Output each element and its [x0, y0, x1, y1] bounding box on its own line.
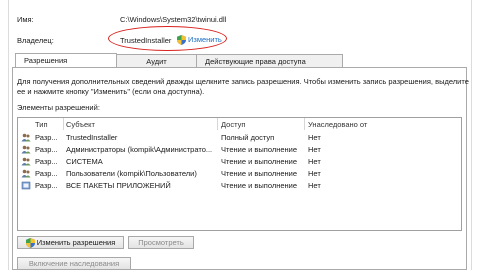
change-permissions-button[interactable]: Изменить разрешения	[17, 236, 124, 249]
window-border-right	[471, 0, 472, 270]
row-access: Полный доступ	[221, 132, 275, 142]
column-separator[interactable]	[304, 118, 305, 130]
row-type: Разр...	[35, 144, 58, 154]
enable-inheritance-label: Включение наследования	[28, 259, 120, 268]
owner-label: Владелец:	[17, 36, 54, 45]
table-row[interactable]: Разр... Администраторы (kompik\Администр…	[18, 143, 461, 155]
row-subject: Пользователи (kompik\Пользователи)	[66, 168, 197, 178]
tab-audit-label: Аудит	[146, 56, 167, 66]
table-row[interactable]: Разр... ВСЕ ПАКЕТЫ ПРИЛОЖЕНИЙ Чтение и в…	[18, 179, 461, 191]
row-subject: ВСЕ ПАКЕТЫ ПРИЛОЖЕНИЙ	[66, 180, 171, 190]
name-label: Имя:	[17, 15, 34, 24]
row-inherited: Нет	[308, 132, 321, 142]
row-inherited: Нет	[308, 144, 321, 154]
info-text-line2: ее и нажмите кнопку "Изменить" (если она…	[17, 87, 205, 96]
tab-effective-access[interactable]: Действующие права доступа	[196, 54, 343, 67]
row-inherited: Нет	[308, 168, 321, 178]
tab-effective-access-label: Действующие права доступа	[205, 56, 306, 66]
row-subject: Администраторы (kompik\Администрато...	[66, 144, 213, 154]
tab-permissions-label: Разрешения	[24, 56, 68, 65]
view-button-label: Просмотреть	[138, 238, 184, 247]
enable-inheritance-button[interactable]: Включение наследования	[17, 257, 131, 270]
users-icon	[21, 145, 31, 154]
entries-label: Элементы разрешений:	[17, 103, 100, 112]
column-separator[interactable]	[217, 118, 218, 130]
permission-entries-table[interactable]: Тип Субъект Доступ Унаследовано от Разр.…	[17, 117, 462, 231]
row-access: Чтение и выполнение	[221, 156, 298, 166]
row-type: Разр...	[35, 168, 58, 178]
advanced-security-dialog: Имя: C:\Windows\System32\twinui.dll Влад…	[0, 0, 480, 270]
row-access: Чтение и выполнение	[221, 144, 298, 154]
row-access: Чтение и выполнение	[221, 168, 298, 178]
column-header-subject[interactable]: Субъект	[66, 118, 95, 130]
users-icon	[21, 169, 31, 178]
tab-strip: Разрешения Аудит Действующие права досту…	[15, 53, 343, 68]
column-header-inherited[interactable]: Унаследовано от	[308, 118, 367, 130]
row-type: Разр...	[35, 180, 58, 190]
column-header-type[interactable]: Тип	[35, 118, 48, 130]
name-value: C:\Windows\System32\twinui.dll	[120, 15, 227, 24]
table-row[interactable]: Разр... TrustedInstaller Полный доступ Н…	[18, 131, 461, 143]
row-type: Разр...	[35, 156, 58, 166]
column-separator[interactable]	[63, 118, 64, 130]
table-row[interactable]: Разр... СИСТЕМА Чтение и выполнение Нет	[18, 155, 461, 167]
row-inherited: Нет	[308, 180, 321, 190]
users-icon	[21, 133, 31, 142]
app-packages-icon	[21, 181, 31, 190]
row-access: Чтение и выполнение	[221, 180, 298, 190]
row-type: Разр...	[35, 132, 58, 142]
tab-permissions[interactable]: Разрешения	[15, 53, 117, 67]
tab-audit[interactable]: Аудит	[116, 54, 197, 67]
window-border-left	[8, 0, 9, 270]
table-row[interactable]: Разр... Пользователи (kompik\Пользовател…	[18, 167, 461, 179]
row-subject: СИСТЕМА	[66, 156, 103, 166]
row-inherited: Нет	[308, 156, 321, 166]
users-icon	[21, 157, 31, 166]
owner-highlight-ellipse	[108, 26, 227, 51]
uac-shield-icon	[25, 237, 35, 248]
change-permissions-label: Изменить разрешения	[36, 238, 116, 247]
column-header-access[interactable]: Доступ	[221, 118, 245, 130]
row-subject: TrustedInstaller	[66, 132, 118, 142]
view-button[interactable]: Просмотреть	[128, 236, 194, 249]
info-text-line1: Для получения дополнительных сведений дв…	[17, 77, 469, 86]
